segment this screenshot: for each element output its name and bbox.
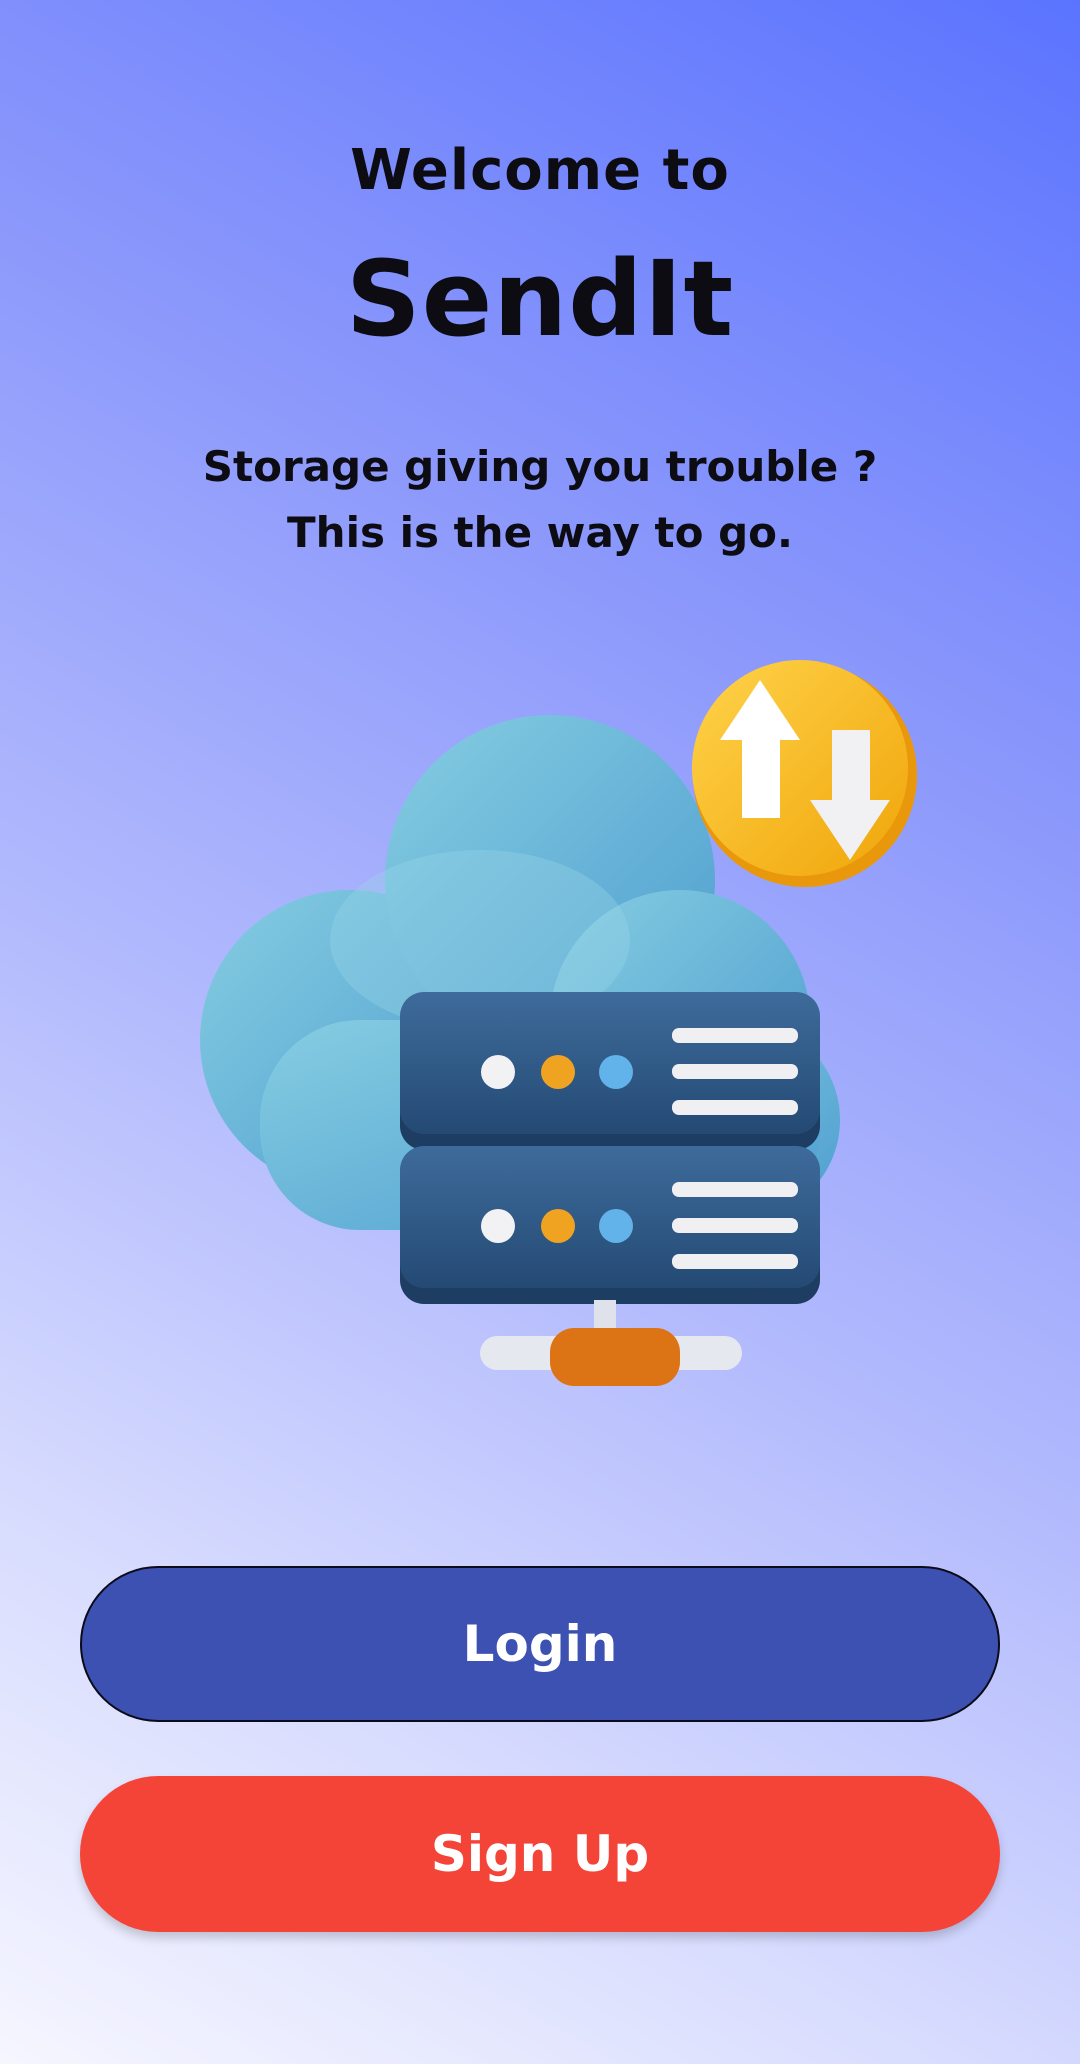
welcome-heading: Welcome to	[350, 138, 730, 203]
login-button[interactable]: Login	[80, 1566, 1000, 1722]
upload-download-coin-icon	[692, 660, 917, 887]
cloud-server-icon	[200, 660, 917, 1386]
server-rack-icon	[400, 992, 820, 1304]
signup-button[interactable]: Sign Up	[80, 1776, 1000, 1932]
tagline-line-2: This is the way to go.	[287, 508, 793, 557]
network-connector-icon	[480, 1300, 742, 1386]
app-title: SendIt	[345, 238, 735, 360]
cloud-server-illustration	[160, 640, 920, 1400]
tagline-line-1: Storage giving you trouble ?	[202, 442, 878, 491]
